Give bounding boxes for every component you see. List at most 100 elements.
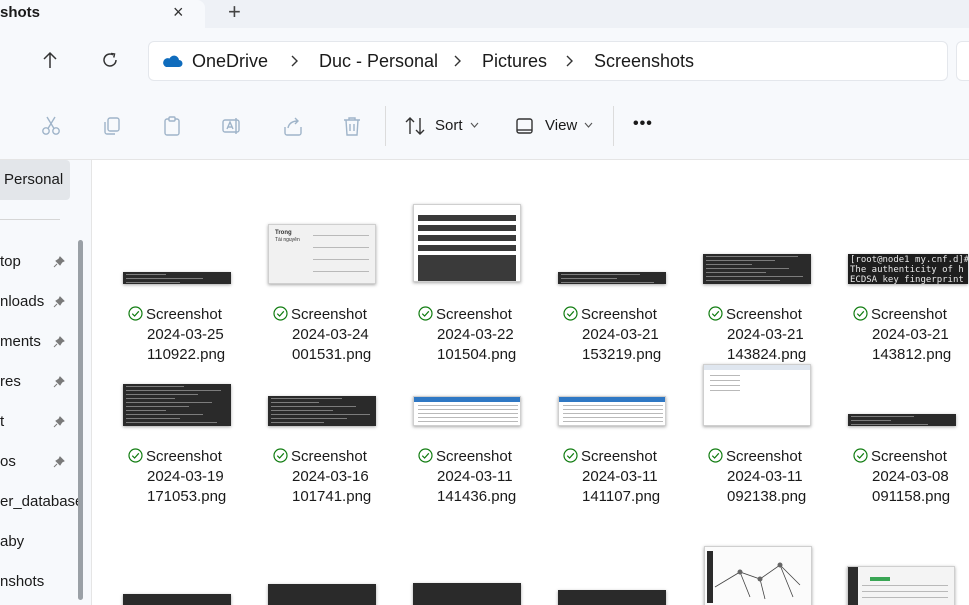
sync-status-check-icon <box>418 306 433 321</box>
file-thumbnail <box>413 396 521 426</box>
file-name-line: 2024-03-11 <box>727 468 803 485</box>
file-name-line: Screenshot <box>871 448 947 465</box>
file-grid: Screenshot 2024-03-25 110922.png Trong Tài n… <box>93 160 969 605</box>
file-thumbnail <box>558 272 666 284</box>
cut-icon[interactable] <box>40 115 62 137</box>
file-item[interactable]: Screenshot 2024-03-25 110922.png <box>123 215 253 365</box>
file-item[interactable]: Screenshot 2024-03-22 101504.png <box>413 204 543 365</box>
file-name-line: 092138.png <box>727 488 807 505</box>
breadcrumb-pictures[interactable]: Pictures <box>482 51 547 72</box>
chevron-right-icon[interactable] <box>451 53 463 69</box>
file-item[interactable]: Screenshot 2024-03-11 141107.png <box>558 357 688 507</box>
file-name-line: 2024-03-11 <box>437 468 513 485</box>
sync-status-check-icon <box>708 306 723 321</box>
file-thumbnail[interactable] <box>268 584 376 605</box>
refresh-icon[interactable] <box>100 50 120 70</box>
rename-icon[interactable] <box>221 115 243 137</box>
file-name-line: Screenshot <box>871 306 947 323</box>
pin-icon <box>53 416 65 428</box>
chevron-down-icon[interactable] <box>584 122 593 128</box>
file-name: Screenshot 2024-03-21 153219.png <box>558 305 703 365</box>
address-row: OneDrive Duc - Personal Pictures Screens… <box>0 28 969 92</box>
file-name-line: 171053.png <box>147 488 227 505</box>
copy-icon[interactable] <box>101 115 123 137</box>
delete-icon[interactable] <box>341 115 363 137</box>
file-name-line: Screenshot <box>436 448 512 465</box>
file-name-line: Screenshot <box>146 306 222 323</box>
thumbnail-text: Trong <box>275 230 292 236</box>
arrow-up-icon[interactable] <box>40 50 60 70</box>
share-icon[interactable] <box>282 115 304 137</box>
file-name: Screenshot 2024-03-11 092138.png <box>703 447 848 507</box>
sidebar-item-label[interactable]: nshots <box>0 573 44 590</box>
breadcrumb-onedrive[interactable]: OneDrive <box>192 51 268 72</box>
sidebar-item-label[interactable]: t <box>0 413 4 430</box>
file-item[interactable]: Screenshot 2024-03-11 141436.png <box>413 357 543 507</box>
search-input[interactable] <box>956 41 969 81</box>
sidebar-item-label: Personal <box>4 171 64 188</box>
file-name: Screenshot 2024-03-21 143812.png <box>848 305 969 365</box>
scrollbar-thumb[interactable] <box>78 240 83 600</box>
tab-screenshots[interactable]: shots × <box>0 0 205 28</box>
file-name: Screenshot 2024-03-11 141107.png <box>558 447 703 507</box>
sync-status-check-icon <box>563 306 578 321</box>
more-options-button[interactable]: ••• <box>633 115 653 133</box>
paste-icon[interactable] <box>161 115 183 137</box>
file-name: Screenshot 2024-03-24 001531.png <box>268 305 413 365</box>
file-thumbnail[interactable] <box>558 590 666 605</box>
sidebar-item-label[interactable]: ments <box>0 333 41 350</box>
address-bar[interactable]: OneDrive Duc - Personal Pictures Screens… <box>148 41 948 81</box>
view-icon[interactable] <box>514 115 536 137</box>
toolbar-divider <box>385 106 386 146</box>
pin-icon <box>53 456 65 468</box>
file-item[interactable]: [root@node1 my.cnf.d]# The authenticity o… <box>848 215 969 365</box>
file-item[interactable]: Screenshot 2024-03-21 143824.png <box>703 215 833 365</box>
file-item[interactable]: Screenshot 2024-03-16 101741.png <box>268 357 398 507</box>
sync-status-check-icon <box>128 448 143 463</box>
thumbnail-text: [root@node1 my.cnf.d]# <box>850 255 968 265</box>
file-name-line: 2024-03-21 <box>872 326 949 343</box>
toolbar-divider <box>613 106 614 146</box>
sync-status-check-icon <box>708 448 723 463</box>
file-thumbnail[interactable] <box>704 546 812 605</box>
file-name: Screenshot 2024-03-19 171053.png <box>123 447 268 507</box>
sidebar-item-personal[interactable]: Personal <box>0 160 70 200</box>
pin-icon <box>53 336 65 348</box>
view-button[interactable]: View <box>545 117 577 134</box>
sidebar-item-label[interactable]: top <box>0 253 21 270</box>
breadcrumb-screenshots[interactable]: Screenshots <box>594 51 694 72</box>
sidebar-item-label[interactable]: res <box>0 373 21 390</box>
file-name-line: 2024-03-25 <box>147 326 224 343</box>
chevron-right-icon[interactable] <box>563 53 575 69</box>
sort-button[interactable]: Sort <box>435 117 463 134</box>
file-name-line: Screenshot <box>726 306 802 323</box>
file-item[interactable]: Screenshot 2024-03-21 153219.png <box>558 215 688 365</box>
file-name-line: Screenshot <box>726 448 802 465</box>
file-name-line: 2024-03-24 <box>292 326 369 343</box>
file-item[interactable]: Screenshot 2024-03-11 092138.png <box>703 357 833 507</box>
sort-icon[interactable] <box>404 115 426 137</box>
command-bar: Sort View ••• <box>0 92 969 160</box>
file-thumbnail[interactable] <box>413 583 521 605</box>
file-thumbnail[interactable] <box>123 594 231 605</box>
sidebar-item-label[interactable]: os <box>0 453 16 470</box>
file-item[interactable]: Screenshot 2024-03-08 091158.png <box>848 357 969 507</box>
breadcrumb-duc-personal[interactable]: Duc - Personal <box>319 51 438 72</box>
file-name-line: Screenshot <box>146 448 222 465</box>
file-name-line: 141107.png <box>582 488 661 505</box>
close-icon[interactable]: × <box>173 2 184 22</box>
file-item[interactable]: Trong Tài nguyên Screenshot 2024-03-24 00153… <box>268 215 398 365</box>
sidebar-item-label[interactable]: aby <box>0 533 24 550</box>
file-thumbnail <box>123 272 231 284</box>
sidebar-item-label[interactable]: nloads <box>0 293 44 310</box>
file-item[interactable]: Screenshot 2024-03-19 171053.png <box>123 357 253 507</box>
file-name: Screenshot 2024-03-21 143824.png <box>703 305 848 365</box>
file-thumbnail[interactable] <box>847 566 955 605</box>
chevron-right-icon[interactable] <box>288 53 300 69</box>
chevron-down-icon[interactable] <box>470 122 479 128</box>
add-tab-icon[interactable]: + <box>228 0 241 24</box>
file-name: Screenshot 2024-03-25 110922.png <box>123 305 268 365</box>
sync-status-check-icon <box>853 306 868 321</box>
file-name-line: 2024-03-21 <box>582 326 659 343</box>
sidebar-item-label[interactable]: er_database <box>0 493 83 510</box>
